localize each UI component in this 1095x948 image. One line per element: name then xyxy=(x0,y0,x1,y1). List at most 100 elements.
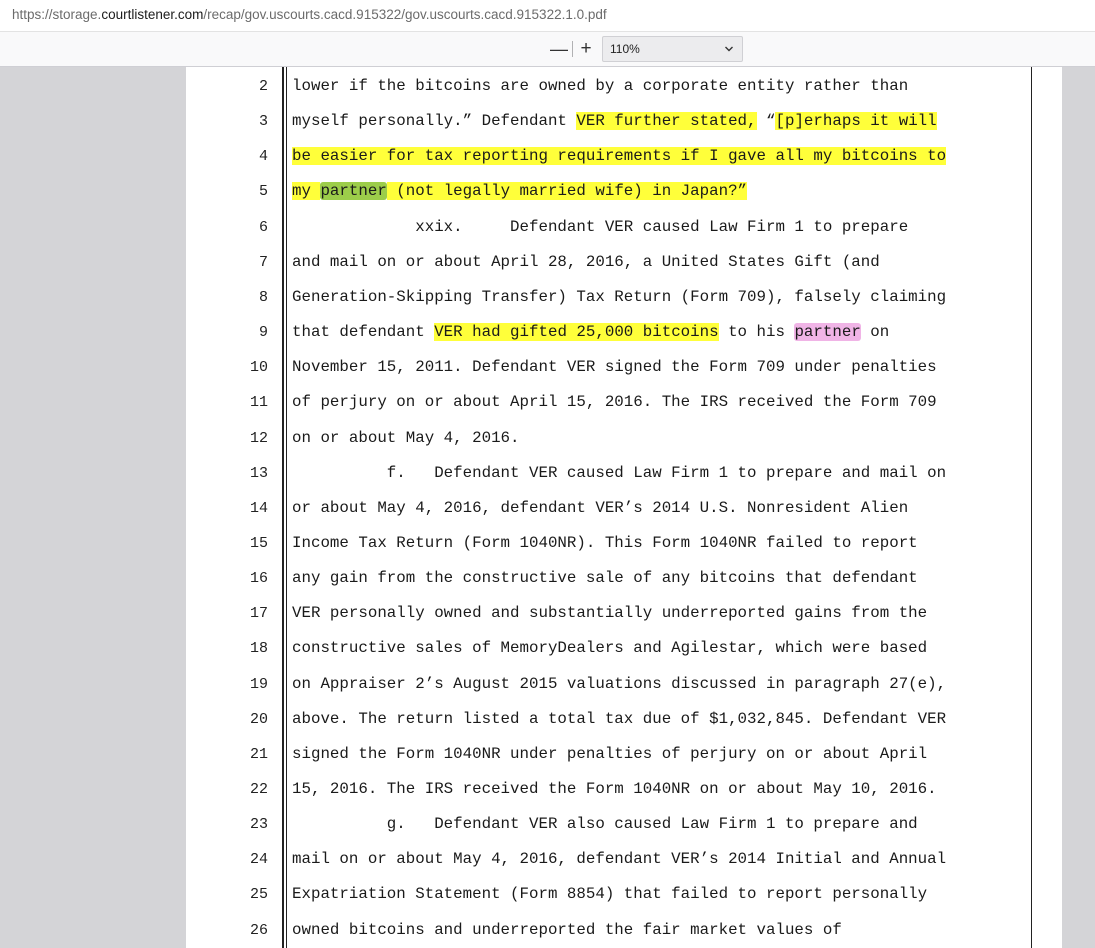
line-text: myself personally.” Defendant VER furthe… xyxy=(292,104,937,139)
document-line: 2 lower if the bitcoins are owned by a co… xyxy=(186,69,1062,104)
highlight-yellow[interactable]: be easier for tax reporting requirements… xyxy=(292,147,947,166)
line-number: 25 xyxy=(249,886,268,904)
text-run: that defendant xyxy=(292,323,435,342)
line-number: 21 xyxy=(249,745,268,763)
document-line: 5 my partner (not legally married wife) i… xyxy=(186,174,1062,209)
highlight-yellow[interactable]: my xyxy=(292,182,321,201)
document-line: 13 f. Defendant VER caused Law Firm 1 to… xyxy=(186,456,1062,491)
line-text: on or about May 4, 2016. xyxy=(292,421,520,456)
document-line: 22 15, 2016. The IRS received the Form 10… xyxy=(186,772,1062,807)
line-text: be easier for tax reporting requirements… xyxy=(292,139,947,174)
document-line: 7 and mail on or about April 28, 2016, a … xyxy=(186,245,1062,280)
text-run: lower if the bitcoins are owned by a cor… xyxy=(292,77,909,95)
text-run: on xyxy=(860,323,890,342)
line-number: 16 xyxy=(249,570,268,588)
document-line: 8 Generation-Skipping Transfer) Tax Retur… xyxy=(186,280,1062,315)
line-number: 11 xyxy=(249,394,268,412)
line-number: 24 xyxy=(249,851,268,869)
line-text: Income Tax Return (Form 1040NR). This Fo… xyxy=(292,526,918,561)
line-number: 4 xyxy=(258,148,268,166)
url-path: /recap/gov.uscourts.cacd.915322/gov.usco… xyxy=(203,7,607,22)
line-text: constructive sales of MemoryDealers and … xyxy=(292,631,927,666)
zoom-in-button[interactable]: + xyxy=(575,37,597,61)
text-run: any gain from the constructive sale of a… xyxy=(292,569,918,588)
document-line: 17 VER personally owned and substantially… xyxy=(186,596,1062,631)
text-run: or about May 4, 2016, defendant VER’s 20… xyxy=(292,498,909,517)
line-text: or about May 4, 2016, defendant VER’s 20… xyxy=(292,491,908,526)
line-text: f. Defendant VER caused Law Firm 1 to pr… xyxy=(292,456,946,491)
zoom-out-button[interactable]: — xyxy=(548,37,570,61)
text-run: mail on or about May 4, 2016, defendant … xyxy=(292,850,947,869)
text-run: Expatriation Statement (Form 8854) that … xyxy=(292,885,928,904)
line-number: 12 xyxy=(249,429,268,447)
line-text: my partner (not legally married wife) in… xyxy=(292,174,748,209)
line-number: 6 xyxy=(258,218,268,236)
line-number: 23 xyxy=(249,816,268,834)
line-number: 3 xyxy=(258,113,268,131)
line-number: 9 xyxy=(258,324,268,342)
line-number: 15 xyxy=(249,534,268,552)
text-run: Income Tax Return (Form 1040NR). This Fo… xyxy=(292,533,918,552)
line-number: 7 xyxy=(258,253,268,271)
document-line: 16 any gain from the constructive sale of… xyxy=(186,561,1062,596)
text-run: 15, 2016. The IRS received the Form 1040… xyxy=(292,780,937,798)
line-text: above. The return listed a total tax due… xyxy=(292,702,946,737)
line-text: g. Defendant VER also caused Law Firm 1 … xyxy=(292,807,918,842)
line-number: 10 xyxy=(249,359,268,377)
pdf-toolbar: — + 110% xyxy=(0,32,1095,67)
highlight-yellow[interactable]: VER further stated, xyxy=(576,112,757,131)
document-line: 15 Income Tax Return (Form 1040NR). This … xyxy=(186,526,1062,561)
line-number: 19 xyxy=(249,675,268,693)
line-number: 17 xyxy=(249,605,268,623)
text-run: f. Defendant VER caused Law Firm 1 to pr… xyxy=(292,463,947,482)
line-number: 8 xyxy=(258,288,268,306)
text-run: g. Defendant VER also caused Law Firm 1 … xyxy=(292,815,918,834)
line-text: signed the Form 1040NR under penalties o… xyxy=(292,737,927,772)
zoom-select[interactable]: 110% xyxy=(602,36,743,62)
document-line: 3 myself personally.” Defendant VER furth… xyxy=(186,104,1062,139)
text-run: on or about May 4, 2016. xyxy=(292,428,520,447)
text-run: November 15, 2011. Defendant VER signed … xyxy=(292,358,937,377)
line-number: 20 xyxy=(249,710,268,728)
line-number: 13 xyxy=(249,464,268,482)
highlight-pink[interactable]: partner xyxy=(794,323,861,342)
highlight-yellow[interactable]: VER had gifted 25,000 bitcoins xyxy=(434,323,719,342)
text-run: constructive sales of MemoryDealers and … xyxy=(292,639,928,658)
document-line: 4 be easier for tax reporting requirement… xyxy=(186,139,1062,174)
text-run: myself personally.” Defendant xyxy=(292,112,577,131)
highlight-yellow[interactable]: (not legally married wife) in Japan?” xyxy=(386,182,748,201)
text-run: and mail on or about April 28, 2016, a U… xyxy=(292,252,880,271)
text-run: Generation-Skipping Transfer) Tax Return… xyxy=(292,287,947,306)
highlight-green[interactable]: partner xyxy=(320,182,387,201)
line-text: November 15, 2011. Defendant VER signed … xyxy=(292,350,937,385)
address-bar[interactable]: https://storage.courtlistener.com/recap/… xyxy=(0,0,1095,32)
text-run: to his xyxy=(718,323,795,342)
line-number: 26 xyxy=(249,921,268,939)
text-run: on Appraiser 2’s August 2015 valuations … xyxy=(292,674,947,693)
document-line: 20 above. The return listed a total tax d… xyxy=(186,702,1062,737)
line-number: 5 xyxy=(258,183,268,201)
url-prefix: https://storage. xyxy=(12,7,102,22)
document-line: 24 mail on or about May 4, 2016, defendan… xyxy=(186,842,1062,877)
document-line: 11 of perjury on or about April 15, 2016.… xyxy=(186,385,1062,420)
line-text: of perjury on or about April 15, 2016. T… xyxy=(292,385,937,420)
document-line: 21 signed the Form 1040NR under penalties… xyxy=(186,737,1062,772)
line-text: that defendant VER had gifted 25,000 bit… xyxy=(292,315,889,350)
text-run: xxix. Defendant VER caused Law Firm 1 to… xyxy=(292,217,909,236)
document-line: 25 Expatriation Statement (Form 8854) tha… xyxy=(186,877,1062,912)
document-line: 26 owned bitcoins and underreported the f… xyxy=(186,913,1062,948)
document-line: 19 on Appraiser 2’s August 2015 valuation… xyxy=(186,667,1062,702)
text-run: of perjury on or about April 15, 2016. T… xyxy=(292,393,937,412)
highlight-yellow[interactable]: [p]erhaps it will xyxy=(775,112,937,131)
chevron-down-icon xyxy=(724,37,734,70)
line-text: and mail on or about April 28, 2016, a U… xyxy=(292,245,880,280)
document-line: 23 g. Defendant VER also caused Law Firm… xyxy=(186,807,1062,842)
document-line: 12 on or about May 4, 2016. xyxy=(186,421,1062,456)
line-number: 2 xyxy=(258,78,268,95)
line-text: Expatriation Statement (Form 8854) that … xyxy=(292,877,927,912)
line-text: VER personally owned and substantially u… xyxy=(292,596,927,631)
line-text: lower if the bitcoins are owned by a cor… xyxy=(292,69,908,104)
line-text: xxix. Defendant VER caused Law Firm 1 to… xyxy=(292,210,908,245)
pdf-viewer[interactable]: 2 lower if the bitcoins are owned by a co… xyxy=(0,67,1095,948)
line-text: Generation-Skipping Transfer) Tax Return… xyxy=(292,280,946,315)
